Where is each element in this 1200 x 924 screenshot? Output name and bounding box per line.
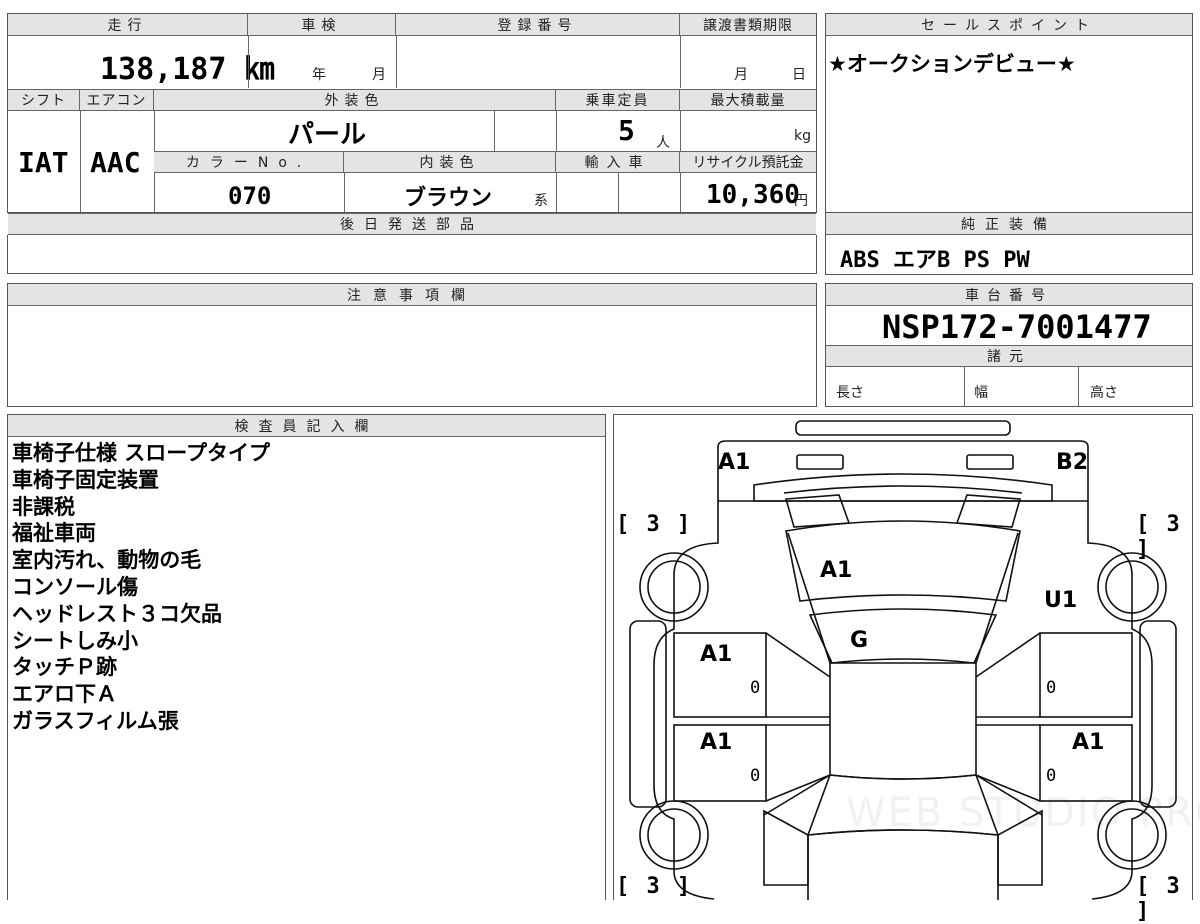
note-line: ヘッドレスト３コ欠品	[12, 601, 222, 626]
transfer-deadline-header: 譲渡書類期限	[680, 14, 816, 36]
tire-rear-left: [ 3 ]	[616, 874, 693, 899]
color-no-header: カラーNo.	[154, 151, 344, 173]
length-label: 長さ	[836, 385, 864, 401]
note-line: シートしみ小	[12, 628, 138, 653]
max-load-unit: kg	[794, 128, 811, 144]
color-no-divider	[344, 173, 345, 212]
mark-right-fender: U1	[1044, 588, 1078, 613]
capacity-unit: 人	[656, 135, 670, 151]
tire-front-right: [ 3 ]	[1136, 512, 1182, 562]
inspector-header: 検査員記入欄	[8, 415, 605, 437]
equipment-text: ABS エアB PS PW	[840, 248, 1030, 273]
registration-divider	[396, 36, 397, 88]
note-line: コンソール傷	[12, 574, 138, 599]
transfer-month-label: 月	[734, 67, 748, 83]
height-label: 高さ	[1090, 385, 1118, 401]
color-no-value: 070	[228, 182, 272, 210]
inspection-divider	[248, 36, 249, 88]
exterior-value-divider	[494, 111, 495, 151]
capacity-divider	[680, 111, 681, 151]
exterior-color-header: 外装色	[154, 89, 556, 111]
zero-left-front: 0	[750, 678, 761, 698]
note-line: 福祉車両	[12, 521, 96, 546]
registration-header: 登録番号	[396, 14, 680, 36]
zero-left-rear: 0	[750, 766, 761, 786]
capacity-header: 乗車定員	[556, 89, 680, 111]
import-header: 輸入車	[556, 151, 680, 173]
interior-color-suffix: 系	[534, 193, 548, 209]
recycle-unit: 円	[794, 193, 808, 209]
transfer-day-label: 日	[792, 67, 806, 83]
capacity-value: 5	[618, 114, 635, 147]
specs-divider-1	[964, 367, 965, 407]
caution-header: 注意事項欄	[8, 284, 816, 306]
max-load-header: 最大積載量	[680, 89, 816, 111]
interior-color-header: 内装色	[344, 151, 556, 173]
note-line: 室内汚れ、動物の毛	[12, 548, 202, 573]
recycle-value: 10,360	[706, 180, 800, 210]
zero-right-rear: 0	[1046, 766, 1057, 786]
inspection-month-label: 月	[372, 67, 386, 83]
note-line: ガラスフィルム張	[12, 708, 179, 733]
note-line: 非課税	[12, 494, 75, 519]
chassis-header: 車台番号	[826, 284, 1192, 306]
mark-front-right: B2	[1056, 450, 1089, 475]
mileage-header: 走行	[8, 14, 248, 36]
equipment-header: 純正装備	[826, 213, 1192, 235]
ac-header: エアコン	[80, 89, 154, 111]
shift-value: IAT	[18, 146, 69, 179]
sales-point-text: ★オークションデビュー★	[828, 52, 1076, 76]
shift-col-divider	[80, 111, 81, 212]
later-parts-header: 後日発送部品	[8, 213, 816, 235]
sales-point-header: セールスポイント	[826, 14, 1192, 36]
mark-windshield: G	[850, 628, 869, 653]
inspection-header: 車検	[248, 14, 396, 36]
zero-right-front: 0	[1046, 678, 1057, 698]
import-divider-2	[680, 173, 681, 212]
width-label: 幅	[974, 385, 988, 401]
interior-divider	[556, 173, 557, 212]
chassis-number: NSP172-7001477	[882, 308, 1152, 346]
specs-divider-2	[1078, 367, 1079, 407]
import-divider	[618, 173, 619, 212]
interior-color-value: ブラウン	[404, 186, 493, 211]
mark-front-left: A1	[718, 450, 751, 475]
later-parts-box	[7, 235, 817, 274]
note-line: エアロ下Ａ	[12, 682, 117, 707]
ac-value: AAC	[90, 146, 141, 179]
inspector-notes: 車椅子仕様 スロープタイプ 車椅子固定装置 非課税 福祉車両 室内汚れ、動物の毛…	[12, 440, 270, 735]
note-line: タッチＰ跡	[12, 655, 117, 680]
note-line: 車椅子仕様 スロープタイプ	[12, 441, 271, 465]
recycle-header: リサイクル預託金	[680, 151, 816, 173]
exterior-color-value: パール	[288, 120, 367, 150]
shift-header: シフト	[8, 89, 80, 111]
sales-point-box	[825, 13, 1193, 213]
transfer-divider	[680, 36, 681, 88]
note-line: 車椅子固定装置	[12, 467, 159, 492]
mark-right-rear-door: A1	[1072, 730, 1105, 755]
mark-left-front-door: A1	[700, 642, 733, 667]
mark-left-rear-door: A1	[700, 730, 733, 755]
inspection-year-label: 年	[312, 67, 326, 83]
tire-front-left: [ 3 ]	[616, 512, 693, 537]
specs-header: 諸元	[826, 345, 1192, 367]
exterior-value-divider-2	[556, 111, 557, 151]
tire-rear-right: [ 3 ]	[1136, 874, 1182, 924]
mark-hood: A1	[820, 558, 853, 583]
diagram-watermark: WEB STUDIO PRO	[846, 790, 1200, 836]
